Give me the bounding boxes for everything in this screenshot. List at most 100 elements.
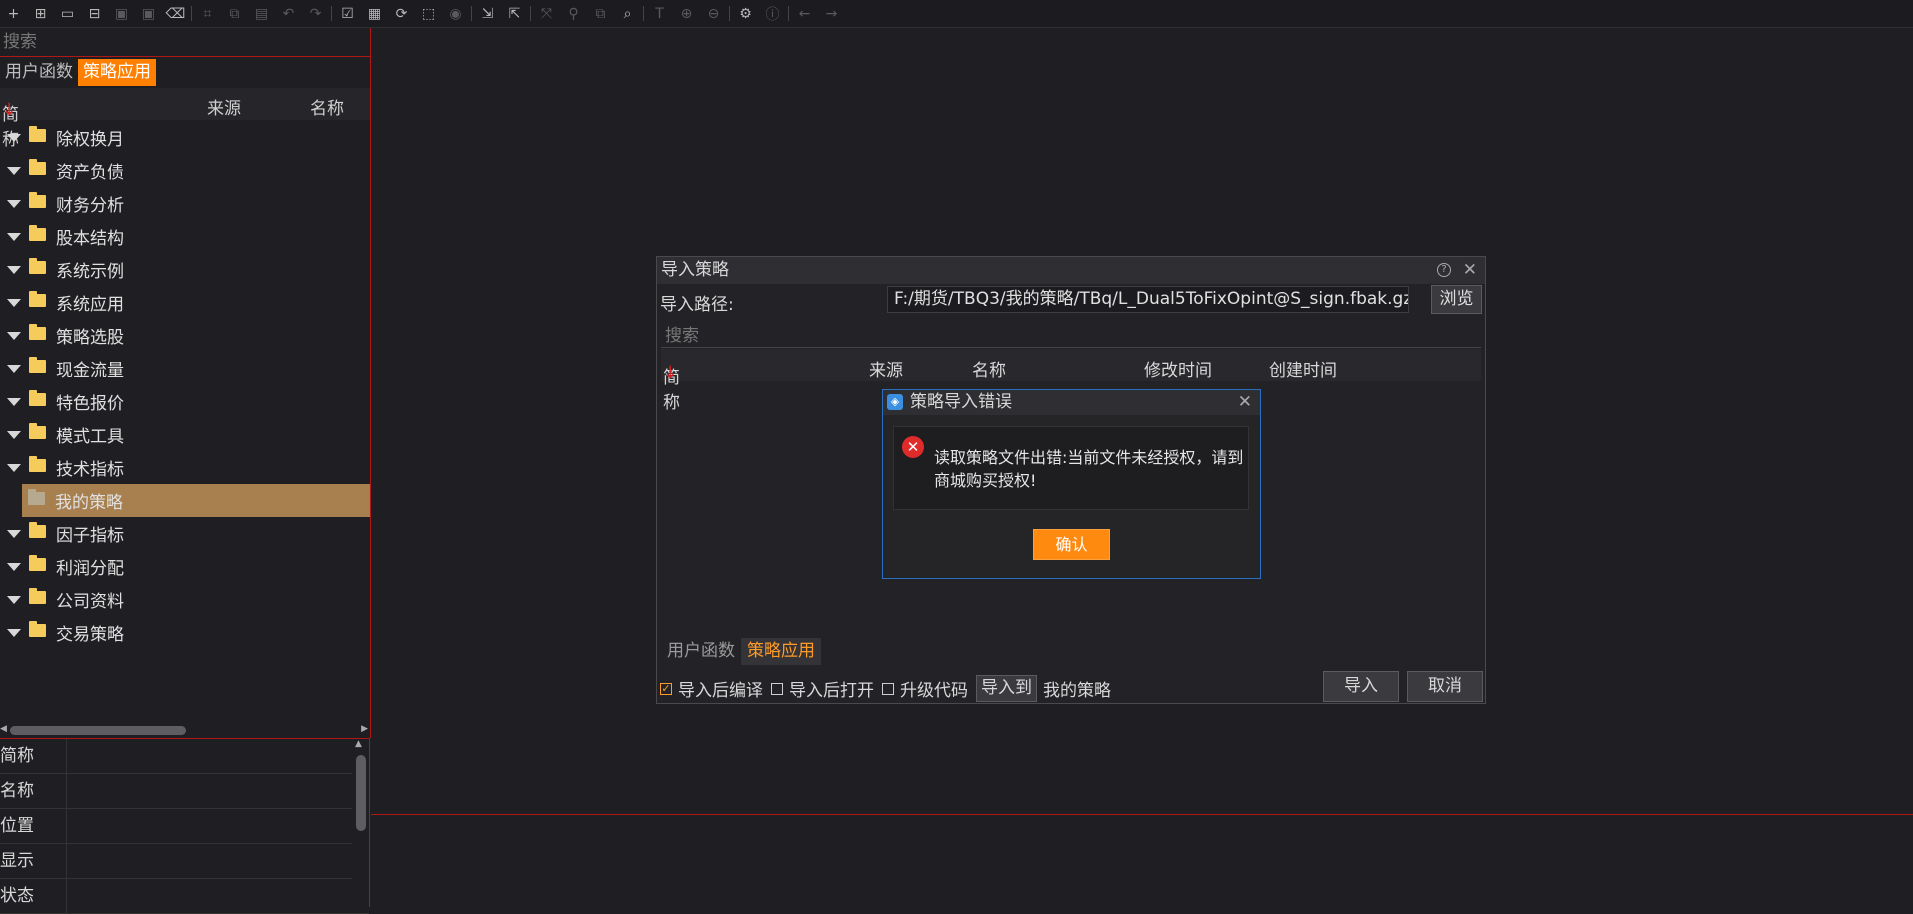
tree-search-input[interactable]: 搜索 — [0, 28, 370, 57]
tree-item[interactable]: 除权换月 — [0, 121, 370, 154]
copy-icon[interactable]: ⧉ — [221, 0, 248, 27]
refresh-icon[interactable]: ⟳ — [388, 0, 415, 27]
export-icon[interactable]: ⇱ — [501, 0, 528, 27]
tree-item[interactable]: 系统示例 — [0, 253, 370, 286]
import-icon[interactable]: ⇲ — [474, 0, 501, 27]
new-strategy-icon[interactable]: ⊞ — [27, 0, 54, 27]
crop-icon[interactable]: ⌗ — [194, 0, 221, 27]
check-icon[interactable]: ☑ — [334, 0, 361, 27]
expand-arrow-icon[interactable] — [0, 385, 22, 418]
find-replace-icon[interactable]: ⌕ — [614, 0, 641, 27]
tree-item[interactable]: 策略选股 — [0, 319, 370, 352]
column-source[interactable]: 来源 — [869, 356, 903, 381]
info-icon[interactable]: ⓘ — [759, 0, 786, 27]
settings-icon[interactable]: ⚙ — [732, 0, 759, 27]
column-modified-time[interactable]: 修改时间 — [1144, 356, 1212, 381]
tree-item[interactable]: 模式工具 — [0, 418, 370, 451]
open-file-icon[interactable]: ⊟ — [81, 0, 108, 27]
search-icon[interactable]: ⚲ — [560, 0, 587, 27]
expand-arrow-icon[interactable] — [0, 418, 22, 451]
tree-item[interactable]: 公司资料 — [0, 583, 370, 616]
browse-button[interactable]: 浏览 — [1431, 285, 1482, 314]
help-icon[interactable]: ? — [1437, 263, 1451, 277]
error-title-bar[interactable]: ◈ 策略导入错误 ✕ — [883, 390, 1260, 415]
dialog-search-input[interactable]: 搜索 — [665, 321, 699, 346]
expand-arrow-icon[interactable] — [0, 319, 22, 352]
select-icon[interactable]: ⬚ — [415, 0, 442, 27]
tree-item[interactable]: 因子指标 — [0, 517, 370, 550]
properties-vertical-scrollbar[interactable]: ▲ — [352, 739, 369, 908]
import-path-field[interactable]: F:/期货/TBQ3/我的策略/TBq/L_Dual5ToFixOpint@S_… — [887, 286, 1409, 313]
text-icon[interactable]: T — [646, 0, 673, 27]
tree-item[interactable]: 资产负债 — [0, 154, 370, 187]
expand-arrow-icon[interactable] — [0, 121, 22, 154]
expand-arrow-icon[interactable] — [0, 187, 22, 220]
fit-icon[interactable]: ⤧ — [533, 0, 560, 27]
paste-icon[interactable]: ▤ — [248, 0, 275, 27]
save-icon[interactable]: ▣ — [108, 0, 135, 27]
undo-icon[interactable]: ↶ — [275, 0, 302, 27]
upgrade-code-option[interactable]: 升级代码 — [882, 676, 968, 701]
save-all-icon[interactable]: ▣ — [135, 0, 162, 27]
tree-item[interactable]: 利润分配 — [0, 550, 370, 583]
expand-arrow-icon[interactable] — [0, 220, 22, 253]
expand-arrow-icon[interactable] — [0, 253, 22, 286]
expand-arrow-icon[interactable] — [0, 583, 22, 616]
tree-item[interactable]: 股本结构 — [0, 220, 370, 253]
tree-item-selected[interactable]: 我的策略 — [22, 484, 370, 517]
properties-panel: 简称 名称 位置 显示 状态 ▲ — [0, 738, 370, 914]
scroll-left-icon[interactable]: ◀ — [0, 724, 7, 734]
find-icon[interactable]: ⧉ — [587, 0, 614, 27]
new-function-icon[interactable]: + — [0, 0, 27, 27]
tree-item[interactable]: 交易策略 — [0, 616, 370, 649]
expand-arrow-icon[interactable] — [0, 154, 22, 187]
toolbar-divider — [471, 6, 472, 21]
tab-user-functions[interactable]: 用户函数 — [661, 638, 741, 665]
import-to-button[interactable]: 导入到 — [976, 675, 1037, 702]
expand-arrow-icon[interactable] — [0, 616, 22, 649]
tab-user-functions[interactable]: 用户函数 — [0, 59, 78, 86]
tree-item[interactable]: 现金流量 — [0, 352, 370, 385]
checkbox[interactable] — [882, 682, 894, 695]
checkbox[interactable] — [771, 682, 783, 695]
tree-item[interactable]: 技术指标 — [0, 451, 370, 484]
scroll-right-icon[interactable]: ▶ — [361, 724, 368, 734]
expand-arrow-icon[interactable] — [0, 451, 22, 484]
open-folder-icon[interactable]: ▭ — [54, 0, 81, 27]
close-icon[interactable]: ✕ — [1463, 257, 1477, 284]
stop-icon[interactable]: ◉ — [442, 0, 469, 27]
delete-icon[interactable]: ⌫ — [162, 0, 189, 27]
tab-strategy-apps[interactable]: 策略应用 — [741, 638, 821, 665]
compile-after-import-option[interactable]: ✓ 导入后编译 — [660, 676, 763, 701]
tab-strategy-apps[interactable]: 策略应用 — [78, 59, 156, 86]
open-after-import-option[interactable]: 导入后打开 — [771, 676, 874, 701]
expand-arrow-icon[interactable] — [0, 352, 22, 385]
forward-icon[interactable]: → — [818, 0, 845, 27]
zoom-in-icon[interactable]: ⊕ — [673, 0, 700, 27]
checkbox-checked[interactable]: ✓ — [660, 682, 672, 695]
import-button[interactable]: 导入 — [1323, 671, 1399, 702]
expand-arrow-icon[interactable] — [0, 517, 22, 550]
expand-arrow-icon[interactable] — [0, 550, 22, 583]
tree-item[interactable]: 系统应用 — [0, 286, 370, 319]
close-icon[interactable]: ✕ — [1238, 390, 1252, 415]
tree-item[interactable]: 财务分析 — [0, 187, 370, 220]
import-error-dialog: ◈ 策略导入错误 ✕ ✕ 读取策略文件出错:当前文件未经授权，请到商城购买授权!… — [882, 389, 1261, 579]
tree-item[interactable]: 特色报价 — [0, 385, 370, 418]
zoom-out-icon[interactable]: ⊖ — [700, 0, 727, 27]
cancel-button[interactable]: 取消 — [1407, 671, 1483, 702]
compile-icon[interactable]: ▦ — [361, 0, 388, 27]
expand-arrow-icon[interactable] — [0, 286, 22, 319]
column-source[interactable]: 来源 — [207, 94, 241, 119]
tree-horizontal-scrollbar[interactable]: ◀ ▶ — [0, 723, 370, 737]
scrollbar-thumb[interactable] — [356, 755, 366, 831]
column-name[interactable]: 名称 — [972, 356, 1006, 381]
back-icon[interactable]: ← — [791, 0, 818, 27]
scroll-up-icon[interactable]: ▲ — [355, 739, 362, 749]
confirm-button[interactable]: 确认 — [1033, 529, 1110, 560]
column-name[interactable]: 名称 — [310, 94, 344, 119]
scrollbar-thumb[interactable] — [10, 726, 186, 735]
dialog-title-bar[interactable]: 导入策略 ? ✕ — [657, 257, 1485, 284]
column-created-time[interactable]: 创建时间 — [1269, 356, 1337, 381]
redo-icon[interactable]: ↷ — [302, 0, 329, 27]
